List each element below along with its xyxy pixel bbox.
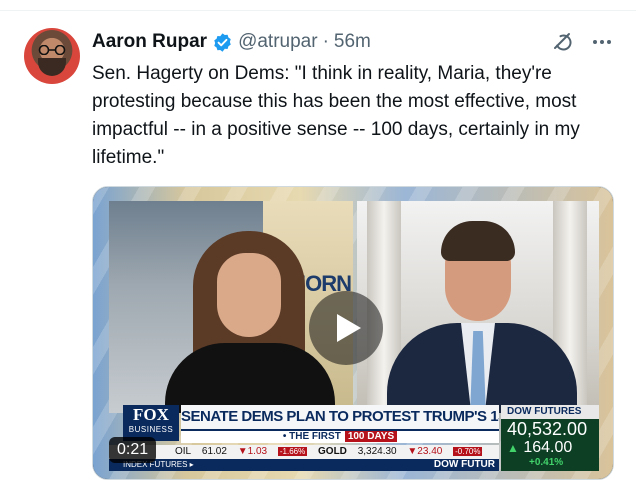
tweet-header: Aaron Rupar @atrupar · 56m: [92, 30, 371, 54]
ticker-gold-change: ▼23.40: [407, 446, 443, 457]
grok-icon[interactable]: [551, 30, 575, 54]
avatar-beard: [38, 58, 66, 76]
chyron-bottom-bar: INDEX FUTURES ▸ DOW FUTUR: [109, 459, 499, 471]
dow-futures-box: DOW FUTURES 40,532.00 ▲ 164.00 +0.41%: [501, 405, 599, 471]
video-duration-badge: 0:21: [109, 437, 157, 463]
chyron-bottom-right: DOW FUTUR: [433, 459, 495, 470]
author-handle[interactable]: @atrupar: [238, 31, 318, 53]
dow-change-row: ▲ 164.00: [501, 439, 599, 457]
more-dot: [593, 40, 597, 44]
dow-label: DOW FUTURES: [501, 405, 599, 419]
chyron-show-bar: • THE FIRST 100 DAYS: [181, 429, 499, 443]
network-logo: FOX BUSINESS: [123, 405, 179, 441]
ticker-gold-label: GOLD: [318, 446, 347, 457]
ticker-oil-value: 61.02: [201, 446, 227, 457]
ticker-label: OIL: [175, 446, 192, 457]
ticker-oil-change: ▼1.03: [237, 446, 268, 457]
ticker-oil-pct: -1.66%: [277, 447, 308, 456]
network-logo-bottom: BUSINESS: [128, 425, 174, 434]
top-divider: [0, 10, 636, 11]
more-dot: [600, 40, 604, 44]
host-body: [165, 343, 335, 413]
header-separator: ·: [322, 31, 329, 52]
chyron-show-prefix: • THE FIRST: [282, 431, 341, 442]
more-dot: [607, 40, 611, 44]
ticker-gold-value: 3,324.30: [357, 446, 397, 457]
network-logo-top: FOX: [133, 405, 169, 424]
play-icon: [337, 314, 361, 342]
video-panel-guest: [357, 201, 599, 413]
dow-pct: +0.41%: [529, 457, 564, 468]
guest-hair: [441, 221, 515, 261]
chyron-show-days: 100 DAYS: [344, 431, 398, 442]
verified-badge-icon: [212, 32, 233, 53]
host-face: [217, 253, 281, 337]
play-button[interactable]: [309, 291, 383, 365]
avatar-glasses: [38, 45, 66, 55]
tweet-timestamp[interactable]: 56m: [334, 31, 371, 53]
chyron-headline: SENATE DEMS PLAN TO PROTEST TRUMP'S 1ST …: [181, 405, 499, 429]
more-icon[interactable]: [590, 30, 614, 54]
dow-value: 40,532.00: [507, 419, 588, 439]
video-player[interactable]: MORN FOX BUSINESS SENATE DEMS PLAN TO PR…: [92, 186, 614, 480]
author-name[interactable]: Aaron Rupar: [92, 31, 207, 53]
dow-change: 164.00: [523, 439, 573, 456]
news-chyron: FOX BUSINESS SENATE DEMS PLAN TO PROTEST…: [109, 405, 599, 471]
tweet-text: Sen. Hagerty on Dems: "I think in realit…: [92, 63, 580, 168]
ticker-gold-pct: -0.70%: [453, 447, 483, 456]
market-ticker: OIL 61.02 ▼1.03 -1.66% GOLD 3,324.30 ▼23…: [109, 445, 499, 459]
avatar[interactable]: [24, 28, 80, 84]
up-arrow-icon: ▲: [507, 441, 519, 455]
